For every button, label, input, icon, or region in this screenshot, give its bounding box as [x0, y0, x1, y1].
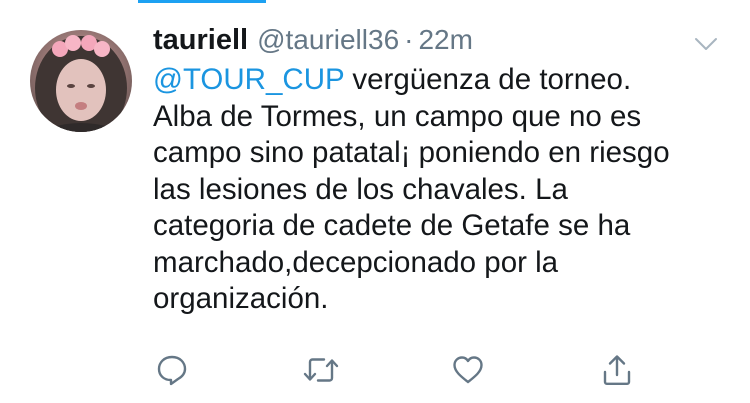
- header-separator: ·: [404, 24, 414, 55]
- avatar-image: [35, 35, 127, 132]
- tweet-text-line-7: organización.: [153, 282, 329, 315]
- tweet-text-line-2: Alba de Tormes, un campo que no es: [153, 99, 642, 133]
- avatar[interactable]: [30, 30, 132, 132]
- reply-button[interactable]: [152, 350, 192, 390]
- reply-icon: [157, 355, 187, 386]
- tweet-actions: [0, 350, 750, 390]
- share-button[interactable]: [597, 350, 637, 390]
- tweet-text: @TOUR_CUP vergüenza de torneo. Alba de T…: [153, 62, 733, 318]
- tweet-text-line-5: categoria de cadete de Getafe se ha: [153, 209, 631, 242]
- chevron-down-icon: [695, 38, 717, 50]
- tweet-text-line-6: marchado,decepcionado por la: [153, 245, 559, 279]
- tweet-text-line-4: las lesiones de los chavales. La: [153, 172, 568, 206]
- tweet-text-line-3: campo sino patatal¡ poniendo en riesgo: [153, 136, 670, 169]
- share-icon: [603, 355, 631, 385]
- heart-icon: [453, 356, 483, 384]
- mention-link[interactable]: @TOUR_CUP: [153, 63, 344, 96]
- more-options-button[interactable]: [694, 36, 718, 52]
- tweet-header: tauriell @tauriell36 · 22m: [153, 24, 710, 64]
- tweet-text-line-1: @TOUR_CUP vergüenza de torneo.: [153, 62, 733, 99]
- user-handle[interactable]: @tauriell36: [257, 24, 399, 56]
- like-button[interactable]: [448, 350, 488, 390]
- tweet[interactable]: tauriell @tauriell36 · 22m @TOUR_CUP ver…: [0, 0, 750, 403]
- retweet-button[interactable]: [301, 350, 341, 390]
- retweet-icon: [303, 358, 339, 382]
- display-name[interactable]: tauriell: [153, 24, 248, 57]
- tweet-text-segment: vergüenza de torneo.: [344, 63, 632, 96]
- timestamp[interactable]: 22m: [418, 24, 472, 56]
